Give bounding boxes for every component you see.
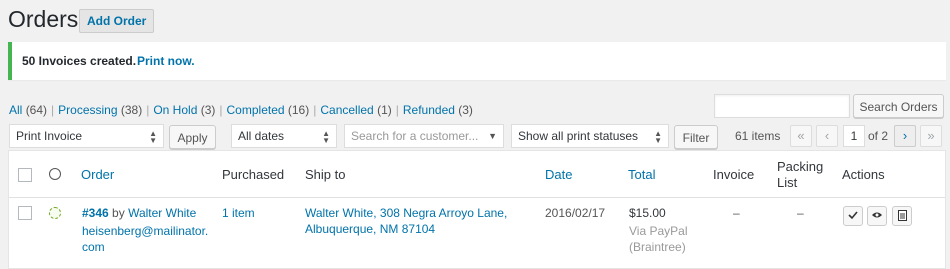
filter-count: (1) bbox=[377, 103, 392, 117]
filter-count: (64) bbox=[25, 103, 48, 117]
document-icon bbox=[897, 209, 907, 221]
status-column-icon bbox=[49, 168, 61, 180]
customer-search-select[interactable]: Search for a customer... ▼ bbox=[344, 124, 504, 148]
bulk-action-select[interactable]: Print Invoice ▲ ▼ bbox=[9, 124, 164, 148]
column-actions: Actions bbox=[842, 167, 885, 182]
total-pages: of 2 bbox=[868, 129, 889, 143]
select-all-checkbox[interactable] bbox=[18, 168, 32, 182]
customer-email-link[interactable]: heisenberg@mailinator. com bbox=[82, 223, 208, 255]
email-line2: com bbox=[82, 240, 105, 254]
complete-order-button[interactable] bbox=[843, 206, 863, 226]
search-orders-button[interactable]: Search Orders bbox=[853, 94, 944, 118]
order-total: $15.00 bbox=[629, 206, 666, 220]
order-date: 2016/02/17 bbox=[545, 206, 606, 220]
filter-cancelled[interactable]: Cancelled (1) bbox=[320, 103, 391, 117]
view-order-button[interactable] bbox=[867, 206, 887, 226]
packing-list-status: – bbox=[797, 206, 804, 220]
filter-count: (3) bbox=[200, 103, 216, 117]
ship-line1: Walter White, 308 Negra Arroyo Lane, bbox=[305, 206, 508, 220]
apply-button[interactable]: Apply bbox=[169, 125, 216, 149]
dates-value: All dates bbox=[238, 129, 285, 143]
print-status-select[interactable]: Show all print statuses ▲ ▼ bbox=[511, 124, 669, 148]
customer-placeholder: Search for a customer... bbox=[351, 129, 479, 143]
column-total[interactable]: Total bbox=[628, 167, 655, 182]
packing-header-line2: List bbox=[777, 175, 798, 190]
payment-line2: (Braintree) bbox=[629, 240, 686, 254]
select-arrows-icon: ▲ ▼ bbox=[322, 129, 330, 145]
payment-method: Via PayPal (Braintree) bbox=[629, 223, 687, 255]
filter-label: All bbox=[9, 103, 23, 117]
header-divider bbox=[9, 197, 945, 198]
print-invoice-button[interactable] bbox=[892, 206, 912, 226]
customer-name-link[interactable]: Walter White bbox=[128, 206, 196, 220]
filter-count: (16) bbox=[287, 103, 310, 117]
column-invoice: Invoice bbox=[713, 167, 755, 182]
filter-count: (3) bbox=[458, 103, 473, 117]
row-checkbox[interactable] bbox=[18, 206, 32, 220]
status-filter-links: All (64) | Processing (38) | On Hold (3) | Com… bbox=[9, 103, 473, 117]
items-count: 61 items bbox=[735, 129, 781, 143]
print-now-link[interactable]: Print now. bbox=[137, 54, 195, 68]
first-page-button: « bbox=[790, 125, 812, 147]
processing-status-icon bbox=[49, 207, 61, 219]
invoice-status: – bbox=[733, 206, 740, 220]
email-line1: heisenberg@mailinator. bbox=[82, 224, 209, 238]
last-page-button: » bbox=[920, 125, 942, 147]
select-arrows-icon: ▲ ▼ bbox=[654, 129, 662, 145]
filter-on-hold[interactable]: On Hold (3) bbox=[153, 103, 215, 117]
filter-button[interactable]: Filter bbox=[674, 125, 718, 149]
page-title: Orders bbox=[8, 6, 79, 32]
order-by-text: by bbox=[112, 206, 125, 220]
dates-select[interactable]: All dates ▲ ▼ bbox=[231, 124, 337, 148]
filter-label: Processing bbox=[58, 103, 118, 117]
filter-count: (38) bbox=[120, 103, 143, 117]
add-order-button[interactable]: Add Order bbox=[79, 9, 155, 33]
filter-processing[interactable]: Processing (38) bbox=[58, 103, 142, 117]
filter-label: Completed bbox=[226, 103, 285, 117]
column-purchased: Purchased bbox=[222, 167, 285, 182]
column-order[interactable]: Order bbox=[81, 167, 114, 182]
notice-text: 50 Invoices created. bbox=[22, 54, 137, 68]
success-notice: 50 Invoices created. Print now. bbox=[8, 42, 946, 80]
next-page-button[interactable]: › bbox=[894, 125, 916, 147]
ship-line2: Albuquerque, NM 87104 bbox=[305, 222, 436, 236]
filter-all[interactable]: All (64) bbox=[9, 103, 47, 117]
filter-refunded[interactable]: Refunded (3) bbox=[403, 103, 473, 117]
filter-label: Refunded bbox=[402, 103, 455, 117]
filter-completed[interactable]: Completed (16) bbox=[227, 103, 310, 117]
print-status-value: Show all print statuses bbox=[518, 129, 639, 143]
filter-label: Cancelled bbox=[320, 103, 374, 117]
order-number-link[interactable]: #346 bbox=[82, 206, 109, 220]
filter-label: On Hold bbox=[153, 103, 198, 117]
prev-page-button: ‹ bbox=[816, 125, 838, 147]
current-page-input[interactable]: 1 bbox=[843, 125, 865, 147]
payment-line1: Via PayPal bbox=[629, 224, 688, 238]
order-cell: #346 by Walter White heisenberg@mailinat… bbox=[82, 205, 217, 255]
column-packing-list: Packing List bbox=[777, 159, 823, 191]
column-date[interactable]: Date bbox=[545, 167, 572, 182]
ship-to-address-link[interactable]: Walter White, 308 Negra Arroyo Lane, Alb… bbox=[305, 205, 507, 237]
checkmark-icon bbox=[848, 211, 858, 220]
select-arrows-icon: ▲ ▼ bbox=[149, 129, 157, 145]
column-ship-to: Ship to bbox=[305, 167, 346, 182]
packing-header-line1: Packing bbox=[777, 159, 824, 174]
chevron-down-icon: ▼ bbox=[488, 131, 497, 141]
total-cell: $15.00 Via PayPal (Braintree) bbox=[629, 205, 687, 255]
search-orders-input[interactable] bbox=[714, 94, 850, 118]
eye-icon bbox=[872, 212, 882, 218]
purchased-items-link[interactable]: 1 item bbox=[222, 205, 255, 221]
bulk-action-value: Print Invoice bbox=[16, 129, 83, 143]
